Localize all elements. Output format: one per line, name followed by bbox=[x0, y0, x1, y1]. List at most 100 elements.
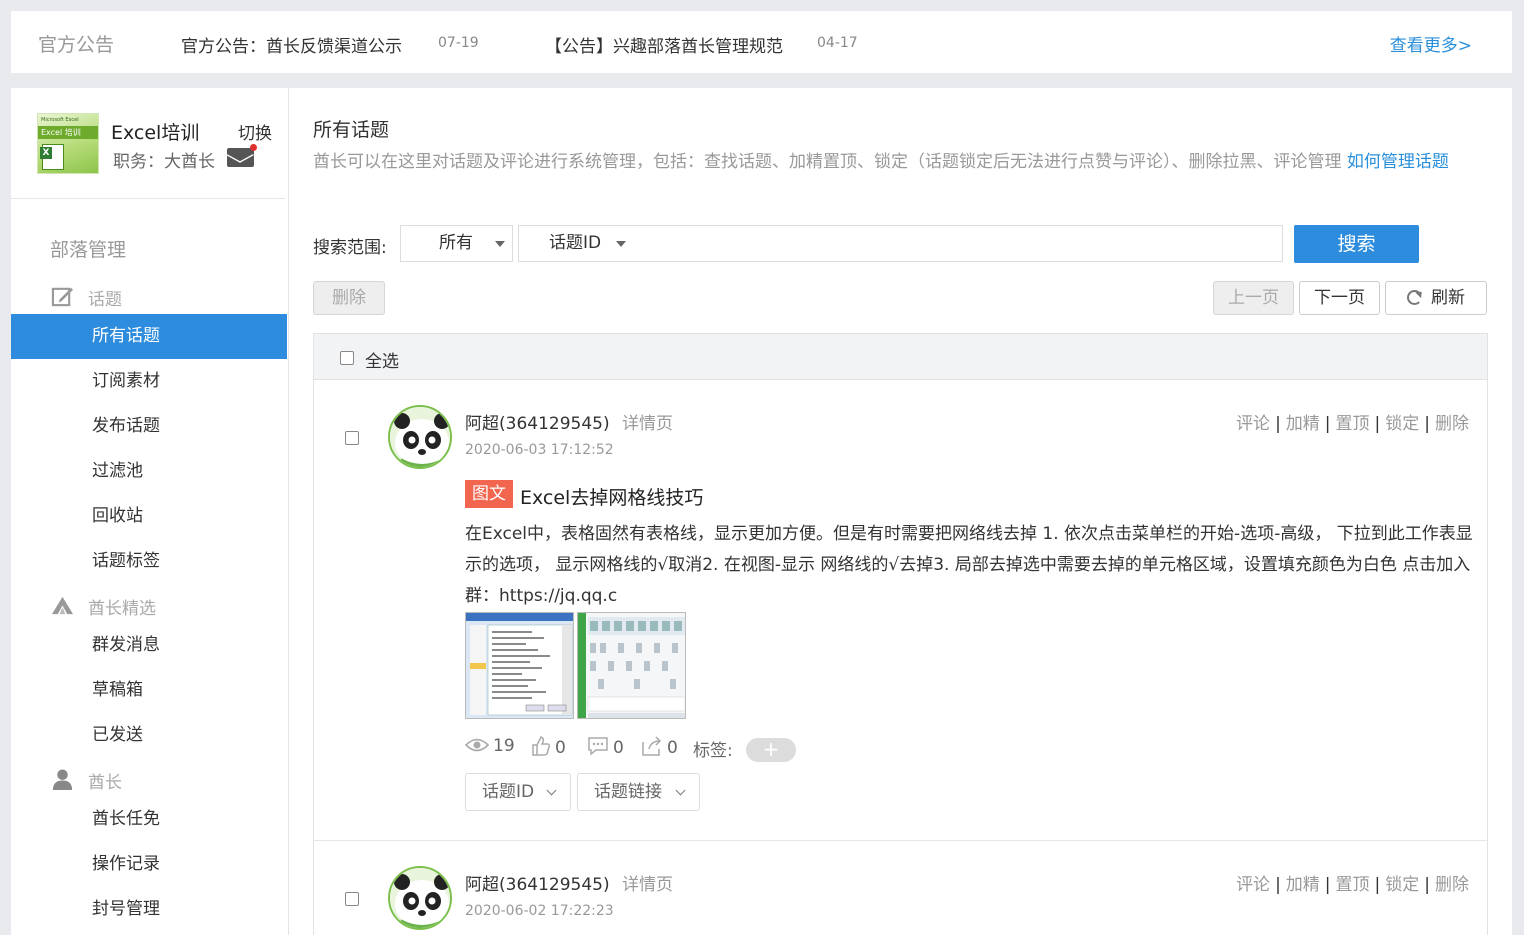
announcement-title: 官方公告 bbox=[38, 34, 115, 56]
view-more-link[interactable]: 查看更多> bbox=[1390, 31, 1472, 56]
action-separator: | bbox=[1424, 414, 1430, 434]
excel-doc-icon bbox=[40, 144, 64, 170]
tribe-role: 职务：大酋长 bbox=[113, 152, 215, 172]
action-separator: | bbox=[1424, 875, 1430, 895]
main-panel: Microsoft Excel Excel 培训 Excel培训 切换 职务：大… bbox=[11, 88, 1512, 935]
post-title[interactable]: Excel去掉网格线技巧 bbox=[520, 483, 703, 510]
likes-stat[interactable]: 0 bbox=[531, 736, 566, 758]
avatar[interactable] bbox=[388, 405, 452, 469]
avatar[interactable] bbox=[388, 866, 452, 930]
pin-top-action[interactable]: 置顶 bbox=[1336, 875, 1370, 895]
chevron-down-icon bbox=[495, 241, 505, 247]
topic-checkbox[interactable] bbox=[345, 431, 359, 445]
post-stats: 19 0 0 0 标签: bbox=[465, 736, 865, 766]
topic-link-label: 话题链接 bbox=[594, 782, 662, 802]
refresh-button[interactable]: 刷新 bbox=[1385, 281, 1487, 315]
announcement-item-2[interactable]: 【公告】兴趣部落酋长管理规范 bbox=[545, 32, 783, 57]
sidebar-item-logs[interactable]: 操作记录 bbox=[11, 842, 287, 887]
delete-button[interactable]: 删除 bbox=[313, 281, 385, 315]
search-input[interactable]: 话题ID bbox=[518, 225, 1283, 262]
detail-link[interactable]: 详情页 bbox=[622, 870, 673, 895]
how-to-manage-link[interactable]: 如何管理话题 bbox=[1347, 152, 1449, 172]
sidebar-item-all-topics[interactable]: 所有话题 bbox=[11, 314, 287, 359]
content-area: 所有话题 酋长可以在这里对话题及评论进行系统管理，包括：查找话题、加精置顶、锁定… bbox=[289, 88, 1512, 935]
sidebar-item-broadcast[interactable]: 群发消息 bbox=[11, 623, 287, 668]
search-field-type[interactable]: 话题ID bbox=[549, 233, 601, 253]
action-separator: | bbox=[1275, 875, 1281, 895]
sidebar-group-label: 酋长精选 bbox=[88, 599, 156, 619]
sidebar-item-tags[interactable]: 话题标签 bbox=[11, 539, 287, 584]
sidebar-item-filter[interactable]: 过滤池 bbox=[11, 449, 287, 494]
sidebar-item-subscribe[interactable]: 订阅素材 bbox=[11, 359, 287, 404]
prev-page-button[interactable]: 上一页 bbox=[1213, 281, 1294, 315]
announcement-date-2: 04-17 bbox=[817, 35, 858, 51]
chevron-down-icon[interactable] bbox=[616, 241, 626, 247]
comment-action[interactable]: 评论 bbox=[1236, 414, 1270, 434]
select-all-checkbox[interactable] bbox=[340, 351, 354, 365]
topic-checkbox[interactable] bbox=[345, 892, 359, 906]
topic-id-label: 话题ID bbox=[482, 782, 535, 802]
post-image-thumbnail[interactable] bbox=[465, 612, 574, 719]
elite-action[interactable]: 加精 bbox=[1286, 414, 1320, 434]
panda-avatar-icon bbox=[390, 868, 450, 928]
chevron-down-icon bbox=[546, 785, 557, 796]
sidebar-group-label: 酋长 bbox=[88, 773, 122, 793]
screenshot-image bbox=[578, 613, 685, 718]
elite-action[interactable]: 加精 bbox=[1286, 875, 1320, 895]
shares-stat[interactable]: 0 bbox=[641, 736, 678, 758]
lock-action[interactable]: 锁定 bbox=[1385, 875, 1419, 895]
delete-action[interactable]: 删除 bbox=[1435, 414, 1469, 434]
eye-icon bbox=[465, 738, 489, 752]
action-separator: | bbox=[1324, 875, 1331, 895]
detail-link[interactable]: 详情页 bbox=[622, 409, 673, 434]
sidebar: Microsoft Excel Excel 培训 Excel培训 切换 职务：大… bbox=[11, 88, 289, 935]
views-count: 19 bbox=[493, 736, 515, 756]
mail-icon[interactable] bbox=[227, 144, 257, 167]
comment-action[interactable]: 评论 bbox=[1236, 875, 1270, 895]
sidebar-item-publish[interactable]: 发布话题 bbox=[11, 404, 287, 449]
announcement-date-1: 07-19 bbox=[438, 35, 479, 51]
share-icon bbox=[642, 736, 662, 756]
sidebar-item-recycle[interactable]: 回收站 bbox=[11, 494, 287, 539]
lock-action[interactable]: 锁定 bbox=[1385, 414, 1419, 434]
announcement-bar: 官方公告 官方公告：酋长反馈渠道公示 07-19 【公告】兴趣部落酋长管理规范 … bbox=[11, 11, 1512, 73]
crown-icon bbox=[51, 596, 74, 615]
post-actions: 评论 | 加精 | 置顶 | 锁定 | 删除 bbox=[1236, 409, 1469, 434]
sidebar-item-drafts[interactable]: 草稿箱 bbox=[11, 668, 287, 713]
sidebar-heading: 部落管理 bbox=[50, 239, 127, 261]
sidebar-item-ban[interactable]: 封号管理 bbox=[11, 887, 287, 932]
chevron-down-icon bbox=[675, 785, 686, 796]
topic-id-dropdown[interactable]: 话题ID bbox=[465, 773, 571, 811]
select-all-label[interactable]: 全选 bbox=[365, 347, 399, 372]
post-author[interactable]: 阿超(364129545) bbox=[465, 870, 610, 895]
announcement-item-1[interactable]: 官方公告：酋长反馈渠道公示 bbox=[181, 32, 402, 57]
list-header: 全选 bbox=[314, 334, 1487, 380]
post-body: 在Excel中，表格固然有表格线，显示更加方便。但是有时需要把网络线去掉 1. … bbox=[465, 524, 1473, 606]
action-separator: | bbox=[1374, 414, 1381, 434]
scope-select[interactable]: 所有 bbox=[400, 225, 513, 262]
post-actions: 评论 | 加精 | 置顶 | 锁定 | 删除 bbox=[1236, 870, 1469, 895]
comments-stat[interactable]: 0 bbox=[587, 736, 624, 758]
switch-tribe-button[interactable]: 切换 bbox=[238, 119, 272, 144]
post-image-thumbnail[interactable] bbox=[577, 612, 686, 719]
sidebar-item-sent[interactable]: 已发送 bbox=[11, 713, 287, 758]
topic-list: 全选 阿超(364129545) 详情页 2020-06-03 17:12:52… bbox=[313, 333, 1488, 935]
delete-action[interactable]: 删除 bbox=[1435, 875, 1469, 895]
topic-link-dropdown[interactable]: 话题链接 bbox=[577, 773, 700, 811]
page-title: 所有话题 bbox=[313, 119, 390, 141]
screenshot-image bbox=[466, 613, 573, 718]
search-button[interactable]: 搜索 bbox=[1294, 225, 1419, 263]
tribe-name: Excel培训 bbox=[111, 122, 200, 144]
post-time: 2020-06-03 17:12:52 bbox=[465, 442, 614, 458]
add-tag-button[interactable]: + bbox=[746, 738, 796, 762]
topic-item: 阿超(364129545) 详情页 2020-06-03 17:12:52 评论… bbox=[314, 380, 1487, 841]
sidebar-divider bbox=[11, 198, 285, 199]
pin-top-action[interactable]: 置顶 bbox=[1336, 414, 1370, 434]
likes-count: 0 bbox=[555, 738, 566, 758]
shares-count: 0 bbox=[667, 738, 678, 758]
description-text: 酋长可以在这里对话题及评论进行系统管理，包括：查找话题、加精置顶、锁定（话题锁定… bbox=[313, 152, 1347, 172]
next-page-button[interactable]: 下一页 bbox=[1299, 281, 1380, 315]
logo-top-text: Microsoft Excel bbox=[41, 117, 79, 123]
sidebar-item-appoint[interactable]: 酋长任免 bbox=[11, 797, 287, 842]
post-author[interactable]: 阿超(364129545) bbox=[465, 409, 610, 434]
